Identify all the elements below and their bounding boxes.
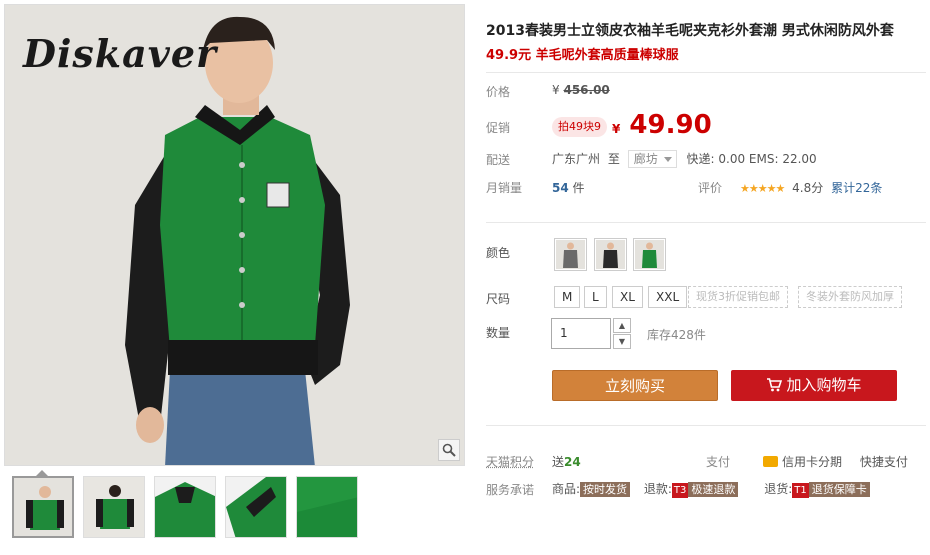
- monthly-sales: 54 件: [552, 179, 585, 196]
- color-swatch-green[interactable]: [633, 238, 666, 271]
- thumbnail-1[interactable]: [12, 476, 74, 538]
- divider: [486, 222, 926, 223]
- monthly-sales-label: 月销量: [486, 181, 523, 195]
- points-value: 24: [564, 455, 581, 469]
- divider: [486, 72, 926, 73]
- ship-to-word: 至: [607, 152, 620, 166]
- promo-price: ¥ 49.90: [612, 110, 712, 140]
- thumbnail-5[interactable]: [296, 476, 358, 538]
- thumbnail-4[interactable]: [225, 476, 287, 538]
- rating-score: 4.8分: [792, 181, 824, 195]
- size-option-xxl[interactable]: XXL: [648, 286, 688, 308]
- size-option-winter[interactable]: 冬装外套防风加厚: [798, 286, 902, 308]
- quantity-input[interactable]: 1: [551, 318, 611, 349]
- promise-label: 服务承诺: [486, 483, 535, 497]
- t1-badge: T1: [792, 483, 809, 498]
- star-rating-icon: ★★★★★: [740, 182, 785, 195]
- color-label: 颜色: [486, 246, 511, 260]
- service-promises: 商品: 按时发货 退款: T3 极速退款 退货: T1 退货保障卡: [552, 480, 870, 498]
- shipping-info: 广东广州 至 廊坊 快递: 0.00 EMS: 22.00: [552, 150, 817, 168]
- quantity-label: 数量: [486, 326, 511, 340]
- original-price-value: 456.00: [563, 83, 610, 97]
- return-label: 退货:: [764, 482, 793, 496]
- sales-count: 54: [552, 181, 569, 195]
- size-option-xl[interactable]: XL: [612, 286, 643, 308]
- brand-logo: Diskaver: [23, 31, 218, 76]
- currency-symbol: ¥: [552, 83, 560, 97]
- ship-from: 广东广州: [552, 152, 601, 166]
- main-product-image[interactable]: Diskaver: [4, 4, 465, 466]
- add-to-cart-button[interactable]: 加入购物车: [731, 370, 897, 401]
- chevron-down-icon: [663, 157, 672, 162]
- product-title: 2013春装男士立领皮衣袖羊毛呢夹克衫外套潮 男式休闲防风外套: [486, 23, 894, 39]
- buy-now-button[interactable]: 立刻购买: [552, 370, 718, 401]
- size-option-l[interactable]: L: [584, 286, 607, 308]
- on-time-shipping-tag[interactable]: 按时发货: [580, 482, 631, 497]
- points-label[interactable]: 天猫积分: [486, 453, 534, 470]
- thumbnail-3[interactable]: [154, 476, 216, 538]
- size-option-m[interactable]: M: [554, 286, 581, 308]
- reviews-link[interactable]: 累计22条: [831, 181, 882, 195]
- shipping-fee: 快递: 0.00 EMS: 22.00: [686, 152, 817, 166]
- destination-select[interactable]: 廊坊: [627, 150, 677, 168]
- fast-refund-tag[interactable]: 极速退款: [688, 482, 739, 497]
- promo-label: 促销: [486, 121, 511, 135]
- zoom-icon[interactable]: [438, 439, 460, 461]
- credit-installment[interactable]: 信用卡分期: [782, 455, 842, 469]
- points-text: 送: [552, 455, 565, 469]
- points-info: 送24: [552, 453, 581, 470]
- original-price: ¥ 456.00: [552, 83, 610, 97]
- quantity-decrease-icon[interactable]: ▼: [613, 334, 631, 349]
- add-to-cart-label: 加入购物车: [786, 376, 862, 394]
- payment-methods: 信用卡分期 快捷支付: [763, 453, 908, 470]
- size-label: 尺码: [486, 292, 511, 306]
- refund-label: 退款:: [643, 482, 672, 496]
- promo-tag: 拍49块9: [552, 117, 607, 137]
- sales-unit: 件: [572, 181, 585, 195]
- goods-label: 商品:: [552, 482, 581, 496]
- product-subtitle: 49.9元 羊毛呢外套高质量棒球服: [486, 48, 679, 63]
- size-option-promo[interactable]: 现货3折促销包邮: [688, 286, 788, 308]
- credit-card-icon: [763, 456, 778, 467]
- promo-currency: ¥: [612, 122, 621, 136]
- shipping-label: 配送: [486, 153, 511, 167]
- divider: [486, 425, 926, 426]
- thumbnail-strip: [12, 476, 358, 538]
- t3-badge: T3: [671, 483, 689, 498]
- color-swatch-black[interactable]: [594, 238, 627, 271]
- color-swatch-gray[interactable]: [554, 238, 587, 271]
- rating-label: 评价: [698, 181, 723, 195]
- stock-count: 库存428件: [647, 328, 706, 342]
- thumbnail-2[interactable]: [83, 476, 145, 538]
- destination-value: 廊坊: [633, 152, 658, 166]
- return-guarantee-tag[interactable]: 退货保障卡: [808, 482, 870, 497]
- quick-pay[interactable]: 快捷支付: [860, 455, 908, 469]
- rating: ★★★★★ 4.8分 累计22条: [740, 179, 882, 196]
- quantity-increase-icon[interactable]: ▲: [613, 318, 631, 333]
- payment-label: 支付: [706, 455, 731, 469]
- promo-price-value: 49.90: [629, 110, 712, 140]
- price-label: 价格: [486, 85, 511, 99]
- cart-icon: [767, 378, 783, 392]
